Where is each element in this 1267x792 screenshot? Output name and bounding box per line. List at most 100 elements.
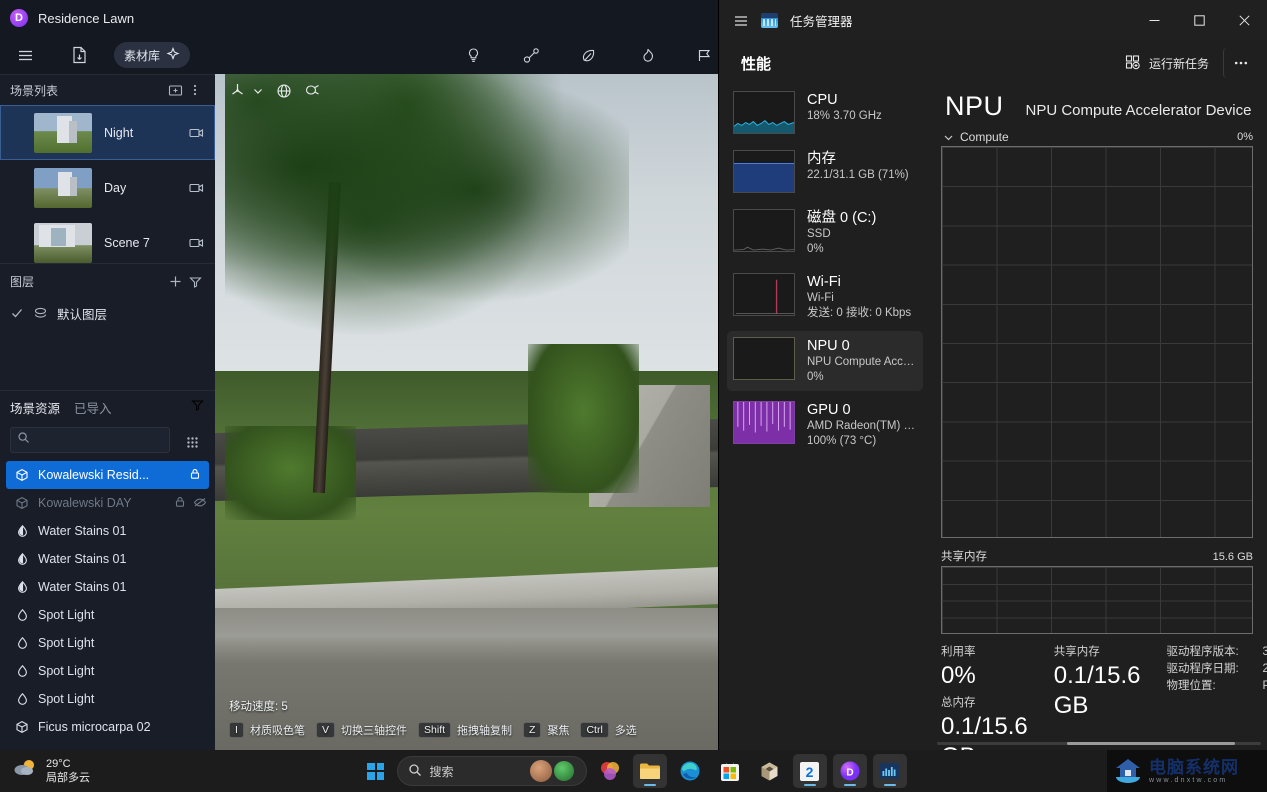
check-icon[interactable] (10, 306, 24, 320)
layer-item-default[interactable]: 默认图层 (0, 298, 215, 328)
material-library-button[interactable]: 素材库 (114, 42, 191, 68)
weather-widget[interactable]: 29°C 局部多云 (0, 757, 90, 786)
camera-icon[interactable] (187, 127, 205, 139)
chevron-down-icon[interactable] (252, 85, 264, 97)
taskbar-app-zhihu[interactable]: 2 (792, 754, 827, 788)
plus-icon[interactable] (165, 271, 185, 291)
perf-item-wifi[interactable]: Wi-Fi Wi-Fi 发送: 0 接收: 0 Kbps (727, 267, 923, 327)
detail-heading: NPU (945, 91, 1004, 121)
filter-icon[interactable] (190, 397, 205, 417)
tree-item-kowalewski-day[interactable]: Kowalewski DAY (0, 489, 215, 517)
windows-start-button[interactable] (361, 756, 391, 786)
search-input[interactable] (30, 433, 189, 447)
taskbar-app-task-manager[interactable] (872, 754, 907, 788)
tree-item-water-stains-1[interactable]: Water Stains 01 (0, 517, 215, 545)
perf-item-disk0[interactable]: 磁盘 0 (C:) SSD 0% (727, 203, 923, 263)
perf-item-npu0[interactable]: NPU 0 NPU Compute Accele. 0% (727, 331, 923, 391)
taskbar-app-d5-render[interactable]: D (832, 754, 867, 788)
avatar[interactable] (529, 760, 552, 782)
camera-icon[interactable] (187, 182, 205, 194)
avatar-secondary[interactable] (553, 761, 574, 781)
document-import-icon[interactable] (66, 42, 92, 68)
tree-item-ficus[interactable]: Ficus microcarpa 02 (0, 713, 215, 741)
taskbar-app-microsoft-store[interactable] (713, 754, 747, 788)
leaf-icon[interactable] (576, 42, 602, 68)
perf-item-memory[interactable]: 内存 22.1/31.1 GB (71%) (727, 144, 923, 199)
stat-label: 共享内存 (1053, 646, 1100, 658)
run-new-task-button[interactable]: 运行新任务 (1115, 48, 1219, 79)
scrollbar-track[interactable] (937, 741, 1261, 745)
resource-tree: Kowalewski Resid... Kowalewski DAY Water… (0, 459, 215, 741)
viewport-shrub (528, 344, 640, 494)
tree-item-spot-light-4[interactable]: Spot Light (0, 685, 215, 713)
scene-item-day[interactable]: Day (0, 160, 215, 215)
hamburger-icon[interactable] (12, 42, 38, 68)
material-library-label: 素材库 (124, 48, 161, 63)
minimize-button[interactable] (1132, 0, 1177, 41)
flag-icon[interactable] (692, 42, 718, 68)
scene-thumbnail (34, 167, 92, 208)
taskbar-app-file-explorer[interactable] (632, 754, 667, 788)
driver-value: PCI ... (1262, 680, 1267, 692)
axis-gizmo-icon[interactable] (229, 82, 246, 99)
resource-tab-imported[interactable]: 已导入 (74, 398, 112, 417)
taskbar-app-edge[interactable] (673, 754, 707, 788)
resource-search[interactable] (10, 427, 189, 453)
flame-icon[interactable] (634, 42, 660, 68)
layer-panel-title: 图层 (10, 274, 35, 289)
bulb-icon[interactable] (460, 42, 486, 68)
hamburger-icon[interactable] (733, 13, 749, 29)
globe-icon[interactable] (276, 83, 292, 99)
tree-item-kowalewski-resid[interactable]: Kowalewski Resid... (6, 461, 209, 489)
lock-icon[interactable] (189, 468, 201, 483)
add-frame-icon[interactable] (165, 80, 185, 100)
memory-mini-graph (733, 150, 795, 193)
stat-utilization: 利用率 0% 总内存 0.1/15.6 GB (941, 644, 1054, 750)
tree-item-water-stains-3[interactable]: Water Stains 01 (0, 573, 215, 601)
shared-memory-graph (941, 566, 1253, 634)
tree-item-spot-light-1[interactable]: Spot Light (0, 601, 215, 629)
scene-item-night[interactable]: Night (0, 105, 215, 160)
filter-icon[interactable] (185, 271, 205, 291)
tree-item-label: Spot Light (38, 664, 95, 678)
taskbar-app-office[interactable] (593, 754, 627, 788)
app-toolbar-right (460, 42, 711, 68)
driver-value: 32.0... (1262, 646, 1267, 658)
scene-item-scene7[interactable]: Scene 7 (0, 215, 215, 263)
close-button[interactable] (1222, 0, 1267, 41)
scrollbar-thumb[interactable] (1066, 741, 1236, 745)
maximize-button[interactable] (1177, 0, 1222, 41)
d5-render-app: D Residence Lawn 素材库 场景列表 Night Day Scen… (0, 0, 720, 750)
tree-item-water-stains-2[interactable]: Water Stains 01 (0, 545, 215, 573)
scene-item-label: Day (104, 180, 127, 195)
horizontal-scrollbar[interactable] (931, 736, 1267, 750)
tree-item-label: Kowalewski Resid... (38, 468, 150, 482)
driver-key: 驱动程序版本: (1166, 646, 1239, 658)
perf-item-gpu0[interactable]: GPU 0 AMD Radeon(TM) 89.. 100% (73 °C) (727, 395, 923, 455)
animation-icon[interactable] (304, 83, 321, 99)
taskbar-app-design[interactable] (753, 754, 787, 788)
more-horizontal-icon[interactable] (1223, 48, 1257, 78)
compute-label: Compute (960, 130, 1009, 144)
performance-sidebar: CPU 18% 3.70 GHz 内存 22.1/31.1 GB (71%) 磁… (719, 85, 931, 750)
camera-icon[interactable] (187, 237, 205, 249)
more-vertical-icon[interactable] (185, 80, 205, 100)
move-speed-label: 移动速度: 5 (229, 701, 288, 713)
node-path-icon[interactable] (518, 42, 544, 68)
lock-icon[interactable] (174, 496, 186, 511)
tree-item-spot-light-2[interactable]: Spot Light (0, 629, 215, 657)
chevron-down-icon[interactable] (943, 132, 954, 143)
resource-tab-scene[interactable]: 场景资源 (10, 398, 60, 417)
3d-viewport[interactable]: 移动速度: 5 I 材质吸色笔 V 切换三轴控件 Shift 拖拽轴复制 Z 聚… (215, 74, 720, 750)
eye-hidden-icon[interactable] (193, 496, 207, 511)
layer-item-label: 默认图层 (57, 307, 108, 322)
tree-item-spot-light-3[interactable]: Spot Light (0, 657, 215, 685)
grid-view-icon[interactable] (181, 431, 203, 453)
taskbar-search[interactable]: 搜索 (396, 756, 587, 786)
shared-memory-label: 共享内存 (941, 551, 987, 563)
sparkle-icon (166, 46, 180, 64)
npu-mini-graph (733, 337, 795, 380)
hint-label: 切换三轴控件 (341, 725, 408, 737)
perf-item-cpu[interactable]: CPU 18% 3.70 GHz (727, 85, 923, 140)
tree-item-label: Spot Light (38, 608, 95, 622)
